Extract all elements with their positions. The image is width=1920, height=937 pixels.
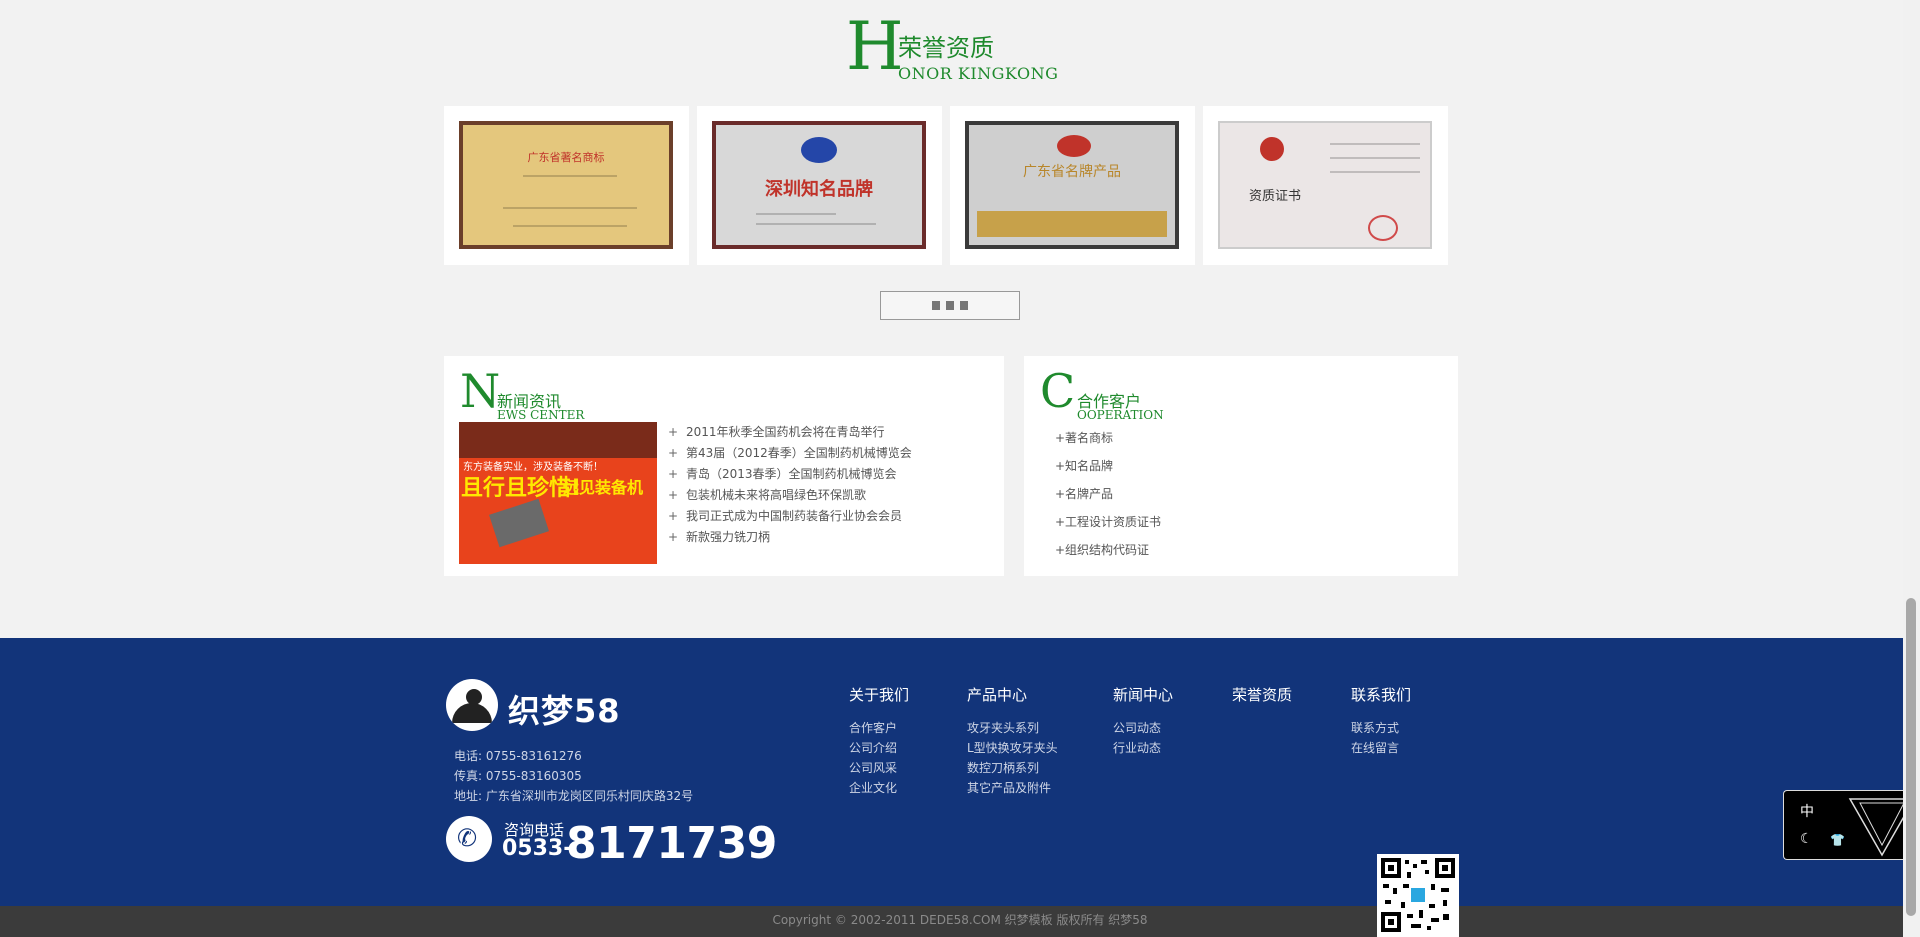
certificate-title: 资质证书 <box>1248 189 1301 204</box>
pager-dot <box>960 301 968 310</box>
honor-title-cn: 荣誉资质 <box>898 34 994 62</box>
certificate-card[interactable]: 深圳知名品牌 <box>697 106 942 265</box>
news-item[interactable]: + 包装机械未来将高唱绿色环保凯歌 <box>668 485 912 506</box>
news-item[interactable]: +2011年秋季全国药机会将在青岛举行 <box>668 422 912 443</box>
cooperation-item[interactable]: +知名品牌 <box>1055 452 1161 480</box>
scrollbar-thumb[interactable] <box>1906 598 1916 916</box>
cooperation-panel: C 合作客户 OOPERATION +著名商标 +知名品牌 +名牌产品 +工程设… <box>1024 356 1458 576</box>
footer-link[interactable]: L型快换攻牙夹头 <box>967 738 1058 758</box>
footer-contact-info: 电话: 0755-83161276 传真: 0755-83160305 地址: … <box>454 746 693 806</box>
footer-column-heading[interactable]: 产品中心 <box>967 684 1058 718</box>
certificate-gallery: 广东省著名商标 深圳知名品牌 广东省名牌产品 资质证书 <box>444 106 1448 266</box>
news-panel: N 新闻资讯 EWS CENTER 东方装备实业，涉及装备不断！ 且行且珍惜! … <box>444 356 1004 576</box>
footer-column-about: 关于我们 合作客户 公司介绍 公司风采 企业文化 <box>849 684 909 798</box>
footer-logo-text[interactable]: 织梦58 <box>508 686 621 732</box>
footer-link[interactable]: 在线留言 <box>1351 738 1411 758</box>
news-item[interactable]: + 第43届（2012春季）全国制药机械博览会 <box>668 443 912 464</box>
phone-icon: ✆ <box>446 816 492 862</box>
cooperation-item[interactable]: +工程设计资质证书 <box>1055 508 1161 536</box>
news-item-link[interactable]: 2011年秋季全国药机会将在青岛举行 <box>686 425 885 439</box>
pager-dot <box>946 301 954 310</box>
footer <box>0 638 1920 906</box>
news-item-link[interactable]: 我司正式成为中国制药装备行业协会会员 <box>686 509 902 523</box>
cooperation-list: +著名商标 +知名品牌 +名牌产品 +工程设计资质证书 +组织结构代码证 <box>1055 424 1161 564</box>
certificate-image[interactable]: 深圳知名品牌 <box>712 121 926 249</box>
hotline-prefix: 0533- <box>502 836 573 861</box>
gallery-more-button[interactable] <box>880 291 1020 320</box>
qr-code-icon <box>1377 854 1459 937</box>
footer-column-contact: 联系我们 联系方式 在线留言 <box>1351 684 1411 758</box>
news-section-title: N 新闻资讯 EWS CENTER <box>460 364 660 422</box>
shirt-icon[interactable]: 👕 <box>1830 833 1845 847</box>
copyright-bar: Copyright © 2002-2011 DEDE58.COM 织梦模板 版权… <box>0 906 1920 937</box>
cooperation-item[interactable]: +著名商标 <box>1055 424 1161 452</box>
news-item-link[interactable]: 青岛（2013春季）全国制药机械博览会 <box>686 467 897 481</box>
footer-column-products: 产品中心 攻牙夹头系列 L型快换攻牙夹头 数控刀柄系列 其它产品及附件 <box>967 684 1058 798</box>
news-image-side-text: 远见装备机 <box>563 478 644 497</box>
footer-column-heading[interactable]: 关于我们 <box>849 684 909 718</box>
footer-column-news: 新闻中心 公司动态 行业动态 <box>1113 684 1173 758</box>
footer-link[interactable]: 行业动态 <box>1113 738 1173 758</box>
moon-icon[interactable]: ☾ <box>1800 831 1813 847</box>
news-item[interactable]: + 新款强力铣刀柄 <box>668 527 912 548</box>
cooperation-item[interactable]: +组织结构代码证 <box>1055 536 1161 564</box>
cooperation-section-title: C 合作客户 OOPERATION <box>1040 364 1240 422</box>
honor-section-title: H 荣誉资质 ONOR KINGKONG <box>846 14 1066 84</box>
footer-column-heading[interactable]: 联系我们 <box>1351 684 1411 718</box>
hotline-number: 8171739 <box>566 818 777 869</box>
language-toggle[interactable]: 中 <box>1800 801 1814 821</box>
cooperation-title-en: OOPERATION <box>1077 408 1164 422</box>
news-item-link[interactable]: 新款强力铣刀柄 <box>686 530 770 544</box>
certificate-card[interactable]: 广东省著名商标 <box>444 106 689 265</box>
certificate-image[interactable]: 广东省名牌产品 <box>965 121 1179 249</box>
honor-title-en: ONOR KINGKONG <box>898 64 1059 83</box>
certificate-image[interactable]: 广东省著名商标 <box>459 121 673 249</box>
certificate-card[interactable]: 广东省名牌产品 <box>950 106 1195 265</box>
cooperation-item[interactable]: +名牌产品 <box>1055 480 1161 508</box>
news-item[interactable]: + 青岛（2013春季）全国制药机械博览会 <box>668 464 912 485</box>
footer-link[interactable]: 公司动态 <box>1113 718 1173 738</box>
footer-column-heading[interactable]: 新闻中心 <box>1113 684 1173 718</box>
footer-link[interactable]: 企业文化 <box>849 778 909 798</box>
footer-logo-icon[interactable] <box>446 679 498 731</box>
footer-link[interactable]: 攻牙夹头系列 <box>967 718 1058 738</box>
cooperation-title-initial: C <box>1040 364 1076 418</box>
footer-column-heading[interactable]: 荣誉资质 <box>1232 684 1292 718</box>
news-item-link[interactable]: 第43届（2012春季）全国制药机械博览会 <box>686 446 912 460</box>
news-title-initial: N <box>460 364 501 418</box>
footer-fax: 传真: 0755-83160305 <box>454 769 582 783</box>
footer-link[interactable]: 公司介绍 <box>849 738 909 758</box>
certificate-image[interactable]: 资质证书 <box>1218 121 1432 249</box>
footer-column-honor: 荣誉资质 <box>1232 684 1292 718</box>
honor-title-initial: H <box>846 8 904 85</box>
pager-dot <box>932 301 940 310</box>
news-list: +2011年秋季全国药机会将在青岛举行 + 第43届（2012春季）全国制药机械博… <box>668 422 912 548</box>
footer-link[interactable]: 公司风采 <box>849 758 909 778</box>
footer-address: 地址: 广东省深圳市龙岗区同乐村同庆路32号 <box>454 789 694 803</box>
footer-phone: 电话: 0755-83161276 <box>454 749 582 763</box>
news-item-link[interactable]: 包装机械未来将高唱绿色环保凯歌 <box>686 488 866 502</box>
news-title-en: EWS CENTER <box>497 408 585 422</box>
footer-link[interactable]: 数控刀柄系列 <box>967 758 1058 778</box>
news-item[interactable]: + 我司正式成为中国制药装备行业协会会员 <box>668 506 912 527</box>
certificate-title: 广东省著名商标 <box>527 151 605 164</box>
footer-link[interactable]: 联系方式 <box>1351 718 1411 738</box>
floating-toolbar[interactable]: 中 ☾ 👕 <box>1783 790 1920 860</box>
news-featured-image[interactable]: 东方装备实业，涉及装备不断！ 且行且珍惜! 远见装备机 <box>459 422 657 564</box>
certificate-title: 深圳知名品牌 <box>765 179 873 200</box>
footer-link[interactable]: 合作客户 <box>849 718 909 738</box>
certificate-title: 广东省名牌产品 <box>1023 164 1121 180</box>
certificate-card[interactable]: 资质证书 <box>1203 106 1448 265</box>
footer-link[interactable]: 其它产品及附件 <box>967 778 1058 798</box>
